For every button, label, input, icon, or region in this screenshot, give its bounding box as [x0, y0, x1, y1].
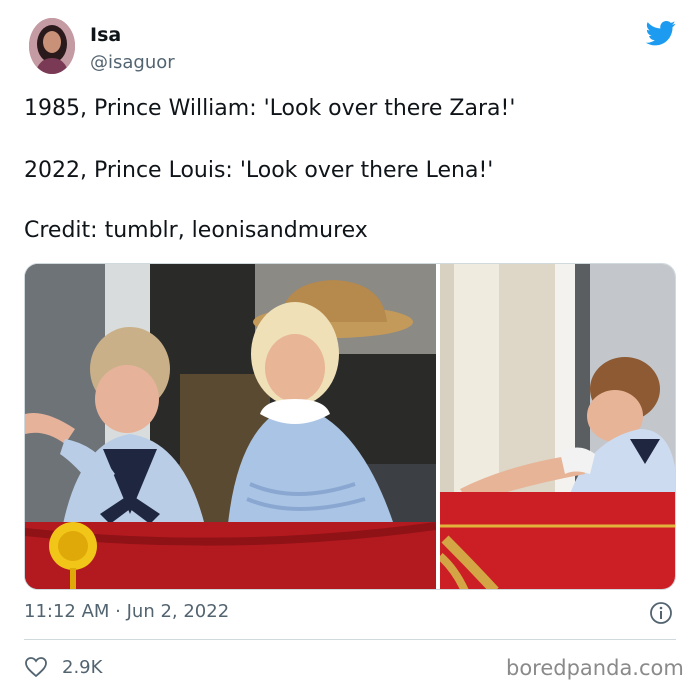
like-button[interactable]: 2.9K — [24, 654, 102, 680]
tweet-media[interactable] — [24, 263, 676, 590]
balcony-2022-image — [440, 264, 675, 589]
tweet-text-line-3: Credit: tumblr, leonisandmurex — [24, 218, 368, 243]
avatar-image — [29, 18, 75, 74]
avatar[interactable] — [29, 18, 75, 74]
heart-icon — [25, 657, 47, 678]
tweet-text-line-2: 2022, Prince Louis: 'Look over there Len… — [24, 158, 494, 183]
photo-left[interactable] — [25, 264, 436, 589]
user-name[interactable]: Isa — [90, 24, 121, 46]
divider — [24, 639, 676, 640]
tweet-text-line-1: 1985, Prince William: 'Look over there Z… — [24, 96, 516, 121]
user-handle[interactable]: @isaguor — [90, 52, 175, 73]
photo-right[interactable] — [440, 264, 675, 589]
twitter-bird-icon[interactable] — [645, 18, 677, 48]
watermark: boredpanda.com — [506, 656, 684, 680]
balcony-1985-image — [25, 264, 436, 589]
info-icon[interactable] — [649, 601, 673, 625]
tweet-timestamp[interactable]: 11:12 AM · Jun 2, 2022 — [24, 601, 229, 622]
tweet-card: Isa @isaguor 1985, Prince William: 'Look… — [0, 0, 700, 693]
like-count: 2.9K — [62, 656, 103, 678]
